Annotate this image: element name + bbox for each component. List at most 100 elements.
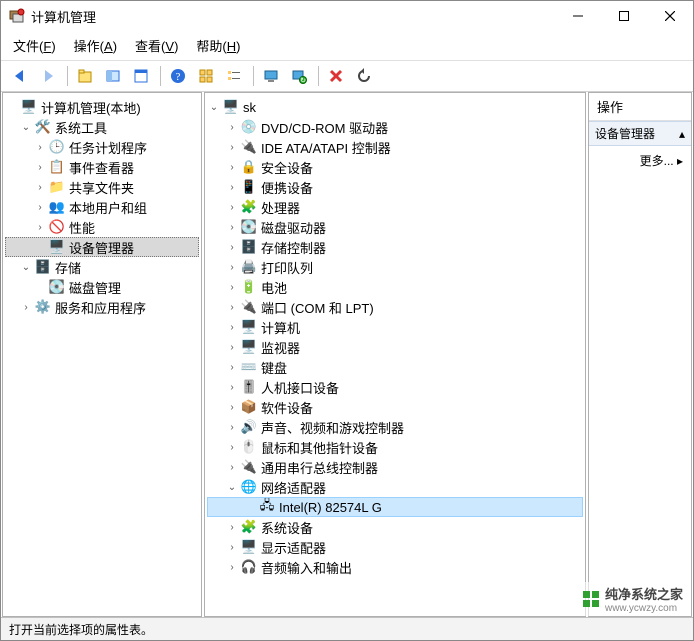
- cpu-icon: 🧩: [241, 199, 257, 215]
- expand-icon[interactable]: ›: [33, 140, 47, 154]
- expand-icon[interactable]: ›: [33, 160, 47, 174]
- expand-icon[interactable]: ›: [225, 120, 239, 134]
- expand-icon[interactable]: ›: [225, 520, 239, 534]
- battery-icon: 🔋: [241, 279, 257, 295]
- device-item[interactable]: ›💿DVD/CD-ROM 驱动器: [207, 117, 583, 137]
- tree-item-performance[interactable]: › 🚫 性能: [5, 217, 199, 237]
- refresh-icon[interactable]: [351, 64, 377, 88]
- expand-icon[interactable]: ›: [225, 400, 239, 414]
- center-panel: ⌄🖥️sk ›💿DVD/CD-ROM 驱动器 ›🔌IDE ATA/ATAPI 控…: [204, 92, 586, 617]
- collapse-icon[interactable]: ⌄: [207, 100, 221, 114]
- device-item[interactable]: ›🗄️存储控制器: [207, 237, 583, 257]
- device-item[interactable]: ›💽磁盘驱动器: [207, 217, 583, 237]
- panel-icon[interactable]: [100, 64, 126, 88]
- tree-item-event-viewer[interactable]: › 📋 事件查看器: [5, 157, 199, 177]
- device-item-network[interactable]: ⌄🌐网络适配器: [207, 477, 583, 497]
- tree-item-device-manager[interactable]: ▸ 🖥️ 设备管理器: [5, 237, 199, 257]
- tiles-icon[interactable]: [193, 64, 219, 88]
- expand-icon[interactable]: ›: [225, 560, 239, 574]
- app-icon: [9, 8, 25, 24]
- tree-item-shared-folders[interactable]: › 📁 共享文件夹: [5, 177, 199, 197]
- delete-icon[interactable]: [323, 64, 349, 88]
- list-icon[interactable]: [221, 64, 247, 88]
- close-button[interactable]: [647, 1, 693, 31]
- expand-icon[interactable]: ›: [225, 300, 239, 314]
- device-item[interactable]: ›🖥️计算机: [207, 317, 583, 337]
- up-icon[interactable]: [72, 64, 98, 88]
- collapse-icon[interactable]: ⌄: [19, 260, 33, 274]
- device-item[interactable]: ›🧩系统设备: [207, 517, 583, 537]
- expand-icon[interactable]: ›: [19, 300, 33, 314]
- maximize-button[interactable]: [601, 1, 647, 31]
- forward-icon[interactable]: [35, 64, 61, 88]
- computer-icon[interactable]: [258, 64, 284, 88]
- tree-item-services-apps[interactable]: › ⚙️ 服务和应用程序: [5, 297, 199, 317]
- expand-icon[interactable]: ›: [225, 240, 239, 254]
- mmc-icon: 🖥️: [21, 99, 37, 115]
- expand-icon[interactable]: ›: [225, 140, 239, 154]
- expand-icon[interactable]: ›: [225, 200, 239, 214]
- device-item[interactable]: ›🖱️鼠标和其他指针设备: [207, 437, 583, 457]
- expand-icon[interactable]: ›: [225, 260, 239, 274]
- menu-help[interactable]: 帮助(H): [194, 34, 242, 57]
- menu-file[interactable]: 文件(F): [11, 34, 58, 57]
- device-item[interactable]: ›🔌通用串行总线控制器: [207, 457, 583, 477]
- expand-icon[interactable]: ›: [225, 420, 239, 434]
- actions-section-device-manager[interactable]: 设备管理器 ▴: [589, 121, 691, 146]
- left-tree[interactable]: ▸ 🖥️ 计算机管理(本地) ⌄ 🛠️ 系统工具 › 🕒 任务计划程序 › 📋: [3, 93, 201, 321]
- properties-icon[interactable]: [128, 64, 154, 88]
- device-item[interactable]: ›🖨️打印队列: [207, 257, 583, 277]
- tree-item-system-tools[interactable]: ⌄ 🛠️ 系统工具: [5, 117, 199, 137]
- expand-icon[interactable]: ›: [225, 540, 239, 554]
- device-item[interactable]: ›🖥️显示适配器: [207, 537, 583, 557]
- device-item[interactable]: ›🖥️监视器: [207, 337, 583, 357]
- menu-action[interactable]: 操作(A): [72, 34, 119, 57]
- menu-view[interactable]: 查看(V): [133, 34, 180, 57]
- minimize-button[interactable]: [555, 1, 601, 31]
- device-item[interactable]: ›🔌IDE ATA/ATAPI 控制器: [207, 137, 583, 157]
- device-item[interactable]: ›📦软件设备: [207, 397, 583, 417]
- scan-hardware-icon[interactable]: ↻: [286, 64, 312, 88]
- expand-icon[interactable]: ›: [225, 220, 239, 234]
- expand-icon[interactable]: ›: [225, 440, 239, 454]
- device-item[interactable]: ›🔒安全设备: [207, 157, 583, 177]
- expand-icon[interactable]: ›: [225, 360, 239, 374]
- expand-icon[interactable]: ›: [33, 220, 47, 234]
- computer-icon: 🖥️: [241, 319, 257, 335]
- expand-icon[interactable]: ›: [225, 180, 239, 194]
- help-icon[interactable]: ?: [165, 64, 191, 88]
- device-item-nic-intel[interactable]: ▸🖧Intel(R) 82574L G: [207, 497, 583, 517]
- tree-item-task-scheduler[interactable]: › 🕒 任务计划程序: [5, 137, 199, 157]
- tree-item-root[interactable]: ▸ 🖥️ 计算机管理(本地): [5, 97, 199, 117]
- expand-icon[interactable]: ›: [225, 280, 239, 294]
- device-item[interactable]: ›🔊声音、视频和游戏控制器: [207, 417, 583, 437]
- display-icon: 🖥️: [241, 539, 257, 555]
- tree-item-local-users[interactable]: › 👥 本地用户和组: [5, 197, 199, 217]
- expand-icon[interactable]: ›: [33, 200, 47, 214]
- collapse-icon[interactable]: ⌄: [19, 120, 33, 134]
- collapse-icon[interactable]: ⌄: [225, 480, 239, 494]
- device-item[interactable]: ›🔌端口 (COM 和 LPT): [207, 297, 583, 317]
- computer-icon: 🖥️: [223, 99, 239, 115]
- no-entry-icon: 🚫: [49, 219, 65, 235]
- device-item[interactable]: ›⌨️键盘: [207, 357, 583, 377]
- device-tree[interactable]: ⌄🖥️sk ›💿DVD/CD-ROM 驱动器 ›🔌IDE ATA/ATAPI 控…: [205, 93, 585, 581]
- expand-icon[interactable]: ›: [33, 180, 47, 194]
- tree-item-storage[interactable]: ⌄ 🗄️ 存储: [5, 257, 199, 277]
- back-icon[interactable]: [7, 64, 33, 88]
- device-item[interactable]: ›🧩处理器: [207, 197, 583, 217]
- expand-icon[interactable]: ›: [225, 320, 239, 334]
- device-item[interactable]: ›🎚️人机接口设备: [207, 377, 583, 397]
- expand-icon[interactable]: ›: [225, 380, 239, 394]
- expand-icon[interactable]: ›: [225, 460, 239, 474]
- device-item[interactable]: ›🎧音频输入和输出: [207, 557, 583, 577]
- mouse-icon: 🖱️: [241, 439, 257, 455]
- device-root[interactable]: ⌄🖥️sk: [207, 97, 583, 117]
- device-item[interactable]: ›📱便携设备: [207, 177, 583, 197]
- expand-icon[interactable]: ›: [225, 340, 239, 354]
- device-item[interactable]: ›🔋电池: [207, 277, 583, 297]
- audio-io-icon: 🎧: [241, 559, 257, 575]
- actions-more[interactable]: 更多... ▸: [589, 146, 691, 175]
- expand-icon[interactable]: ›: [225, 160, 239, 174]
- tree-item-disk-management[interactable]: ▸ 💽 磁盘管理: [5, 277, 199, 297]
